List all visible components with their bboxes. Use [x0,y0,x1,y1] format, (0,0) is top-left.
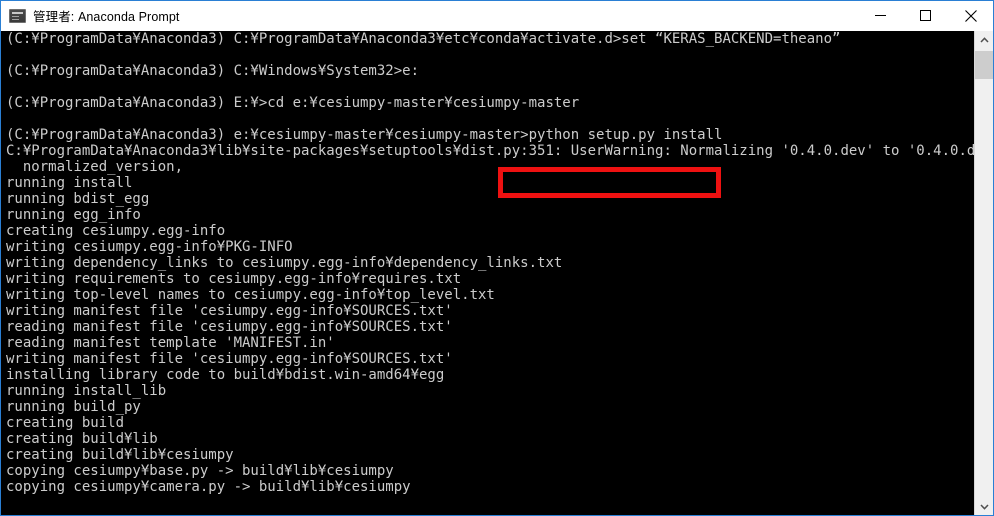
terminal-line: running bdist_egg [6,191,150,207]
terminal-line: creating build¥lib¥cesiumpy [6,447,234,463]
minimize-icon [875,15,886,16]
title-bar[interactable]: 管理者: Anaconda Prompt [1,1,993,31]
terminal-line: running build_py [6,399,141,415]
terminal-line: running install [6,175,133,191]
close-button[interactable] [948,1,993,30]
console-icon [9,8,26,23]
terminal-line: writing dependency_links to cesiumpy.egg… [6,255,563,271]
terminal-line: writing top-level names to cesiumpy.egg-… [6,287,495,303]
console-window: 管理者: Anaconda Prompt (C:¥ProgramData¥Ana… [0,0,994,516]
scrollbar-thumb[interactable] [975,51,993,79]
maximize-button[interactable] [903,1,948,30]
terminal-line: copying cesiumpy¥base.py -> build¥lib¥ce… [6,463,394,479]
terminal-line: (C:¥ProgramData¥Anaconda3) C:¥ProgramDat… [6,31,841,47]
terminal-line: (C:¥ProgramData¥Anaconda3) E:¥>cd e:¥ces… [6,95,580,111]
terminal-line: C:¥ProgramData¥Anaconda3¥lib¥site-packag… [6,143,974,159]
scroll-down-button[interactable] [975,498,993,515]
terminal-line: reading manifest template 'MANIFEST.in' [6,335,335,351]
terminal-line: writing cesiumpy.egg-info¥PKG-INFO [6,239,293,255]
terminal-line: running egg_info [6,207,141,223]
terminal-line: installing library code to build¥bdist.w… [6,367,445,383]
close-icon [964,9,977,22]
terminal-line: writing manifest file 'cesiumpy.egg-info… [6,351,453,367]
terminal-text: (C:¥ProgramData¥Anaconda3) C:¥ProgramDat… [6,31,974,495]
terminal-line: creating build¥lib [6,431,158,447]
terminal-line: normalized_version, [6,159,184,175]
terminal-line: (C:¥ProgramData¥Anaconda3) e:¥cesiumpy-m… [6,127,723,143]
minimize-button[interactable] [858,1,903,30]
terminal-line: running install_lib [6,383,167,399]
terminal-line: writing manifest file 'cesiumpy.egg-info… [6,303,453,319]
maximize-icon [920,10,931,21]
chevron-down-icon [979,503,989,510]
scroll-up-button[interactable] [975,31,993,48]
terminal-line: creating build [6,415,125,431]
terminal-line: copying cesiumpy¥camera.py -> build¥lib¥… [6,479,411,495]
scrollbar-track[interactable] [975,48,993,498]
window-title: 管理者: Anaconda Prompt [33,10,180,24]
vertical-scrollbar[interactable] [974,31,993,515]
terminal-output-area[interactable]: (C:¥ProgramData¥Anaconda3) C:¥ProgramDat… [1,31,974,515]
console-body: (C:¥ProgramData¥Anaconda3) C:¥ProgramDat… [1,31,993,515]
window-controls [858,1,993,30]
terminal-line: writing requirements to cesiumpy.egg-inf… [6,271,462,287]
terminal-line: (C:¥ProgramData¥Anaconda3) C:¥Windows¥Sy… [6,63,420,79]
terminal-line: reading manifest file 'cesiumpy.egg-info… [6,319,453,335]
chevron-up-icon [979,36,989,43]
terminal-line: creating cesiumpy.egg-info [6,223,226,239]
